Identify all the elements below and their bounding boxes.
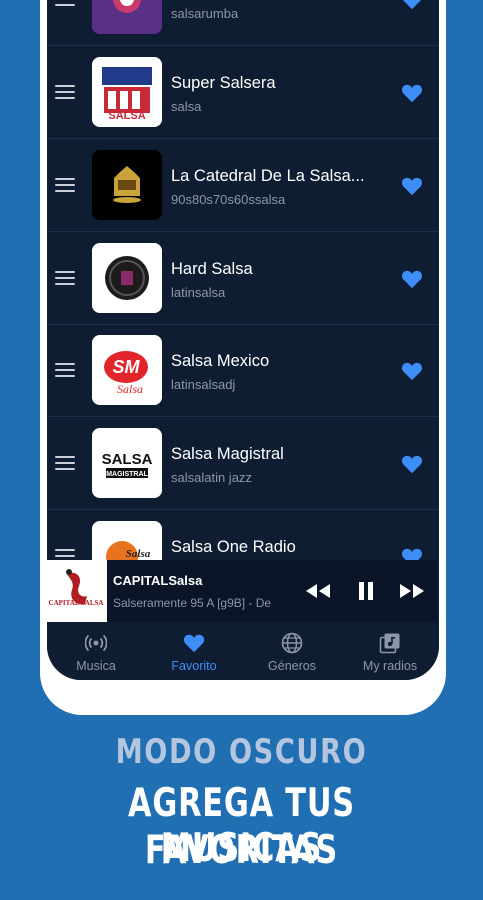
- svg-text:MAGISTRAL: MAGISTRAL: [106, 471, 148, 478]
- heart-icon[interactable]: [401, 83, 423, 103]
- nav-label: My radios: [362, 659, 418, 673]
- nav-item-my-radios[interactable]: My radios: [341, 622, 439, 680]
- globe-icon: [281, 632, 303, 654]
- station-logo: SALSA MAGISTRAL: [92, 428, 162, 498]
- station-logo: SM Salsa: [92, 335, 162, 405]
- heart-icon[interactable]: [401, 454, 423, 474]
- station-logo: SALSA: [92, 57, 162, 127]
- promo-subheading-line2: FAVORITAS: [144, 828, 339, 873]
- heart-icon[interactable]: [401, 361, 423, 381]
- drag-handle-icon[interactable]: [55, 549, 75, 560]
- station-genre: salsarumba: [171, 6, 239, 21]
- heart-icon[interactable]: [401, 176, 423, 196]
- list-item[interactable]: La Catedral De La Salsa... 90s80s70s60ss…: [47, 140, 439, 232]
- station-name: Salsa Mexico: [171, 352, 270, 370]
- list-item[interactable]: SALSA Super Salsera salsa: [47, 47, 439, 139]
- nav-label: Musica: [76, 659, 116, 673]
- station-name: Hard Salsa: [171, 260, 253, 278]
- pause-icon[interactable]: [353, 579, 379, 603]
- drag-handle-icon[interactable]: [55, 0, 75, 8]
- music-library-icon: [379, 633, 400, 654]
- drag-handle-icon[interactable]: [55, 363, 75, 379]
- now-playing-thumbnail: CAPITAL SALSA: [45, 560, 107, 622]
- svg-text:SM: SM: [113, 357, 141, 377]
- station-name: Salsa One Radio: [171, 538, 296, 556]
- rewind-icon[interactable]: [305, 579, 331, 603]
- promo-heading: MODO OSCURO: [115, 732, 368, 772]
- station-genre: latinsalsadj: [171, 377, 236, 392]
- favorites-list: salsarumba SALSA Super Salsera salsa La …: [47, 0, 439, 560]
- fast-forward-icon[interactable]: [399, 579, 425, 603]
- svg-text:Salsa: Salsa: [117, 382, 143, 396]
- nav-item-generos[interactable]: Géneros: [243, 622, 341, 680]
- heart-icon[interactable]: [401, 0, 423, 10]
- heart-icon: [183, 634, 205, 653]
- list-item[interactable]: Hard Salsa latinsalsa: [47, 233, 439, 325]
- station-genre: 90s80s70s60ssalsa: [171, 192, 286, 207]
- heart-icon[interactable]: [401, 269, 423, 289]
- nav-label: Géneros: [268, 659, 316, 673]
- nav-item-musica[interactable]: Musica: [47, 622, 145, 680]
- station-logo: [92, 150, 162, 220]
- drag-handle-icon[interactable]: [55, 271, 75, 287]
- heart-icon[interactable]: [401, 547, 423, 560]
- list-item[interactable]: Salsa Salsa One Radio: [47, 511, 439, 560]
- station-name: La Catedral De La Salsa...: [171, 167, 365, 185]
- svg-text:Salsa: Salsa: [126, 548, 151, 560]
- list-item[interactable]: SALSA MAGISTRAL Salsa Magistral salsalat…: [47, 418, 439, 510]
- svg-text:SALSA: SALSA: [102, 451, 153, 468]
- drag-handle-icon[interactable]: [55, 85, 75, 101]
- station-genre: latinsalsa: [171, 285, 226, 300]
- mini-player[interactable]: CAPITAL SALSA CAPITALSalsa Salseramente …: [45, 560, 437, 622]
- nav-item-favorito[interactable]: Favorito: [145, 622, 243, 680]
- list-item[interactable]: salsarumba: [47, 0, 439, 46]
- bottom-nav: Musica Favorito Géneros My radios: [47, 622, 439, 680]
- station-name: Super Salsera: [171, 74, 276, 92]
- now-playing-title: CAPITALSalsa: [113, 573, 203, 588]
- drag-handle-icon[interactable]: [55, 178, 75, 194]
- drag-handle-icon[interactable]: [55, 456, 75, 472]
- radio-waves-icon: [85, 634, 107, 652]
- list-item[interactable]: SM Salsa Salsa Mexico latinsalsadj: [47, 325, 439, 417]
- station-logo: [92, 0, 162, 34]
- station-genre: salsa: [171, 99, 202, 114]
- now-playing-subtitle: Salseramente 95 A [g9B] - De: [113, 596, 272, 610]
- logo-text: SALSA: [108, 110, 145, 122]
- station-logo: [92, 243, 162, 313]
- station-genre: salsalatin jazz: [171, 470, 252, 485]
- svg-text:CAPITAL SALSA: CAPITAL SALSA: [49, 599, 104, 607]
- nav-label: Favorito: [171, 659, 217, 673]
- station-name: Salsa Magistral: [171, 445, 284, 463]
- station-logo: Salsa: [92, 521, 162, 560]
